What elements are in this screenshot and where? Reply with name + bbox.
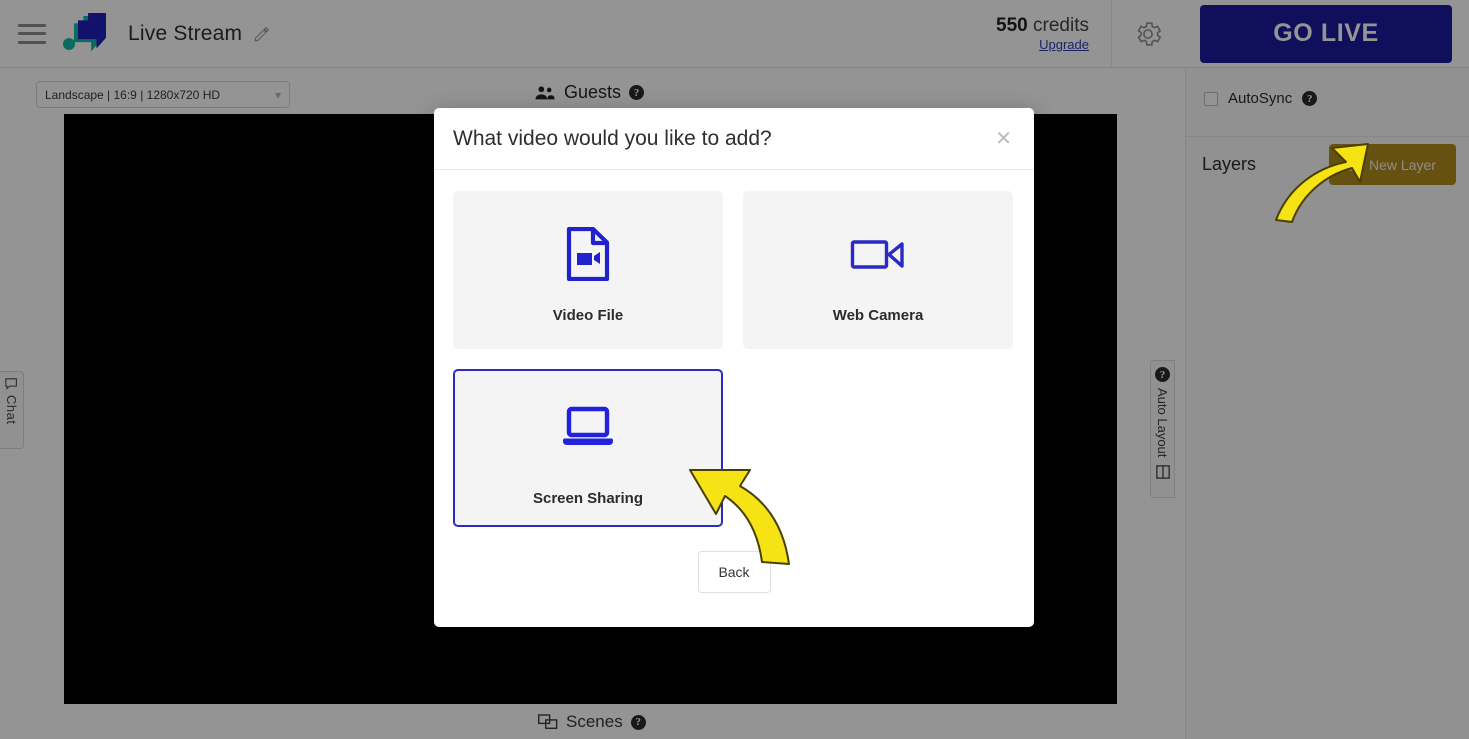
option-web-camera[interactable]: Web Camera — [743, 191, 1013, 349]
modal-header: What video would you like to add? ✕ — [434, 108, 1034, 170]
modal-title: What video would you like to add? — [453, 126, 772, 150]
add-video-modal: What video would you like to add? ✕ Vide… — [434, 108, 1034, 627]
laptop-screen-share-icon — [562, 390, 614, 464]
modal-body: Video File Web Camera Screen Sharing Bac… — [434, 170, 1034, 593]
option-label: Web Camera — [832, 306, 924, 324]
app-root: Live Stream 550 credits Upgrade GO LIVE … — [0, 0, 1469, 739]
option-label: Screen Sharing — [532, 489, 644, 507]
option-label: Video File — [552, 306, 624, 324]
video-file-icon — [566, 217, 610, 291]
option-video-file[interactable]: Video File — [453, 191, 723, 349]
close-icon[interactable]: ✕ — [995, 129, 1012, 149]
modal-footer: Back — [453, 551, 1015, 593]
video-source-options: Video File Web Camera Screen Sharing — [453, 191, 1015, 527]
back-button[interactable]: Back — [697, 551, 771, 593]
web-camera-icon — [850, 217, 906, 291]
option-screen-sharing[interactable]: Screen Sharing — [453, 369, 723, 527]
